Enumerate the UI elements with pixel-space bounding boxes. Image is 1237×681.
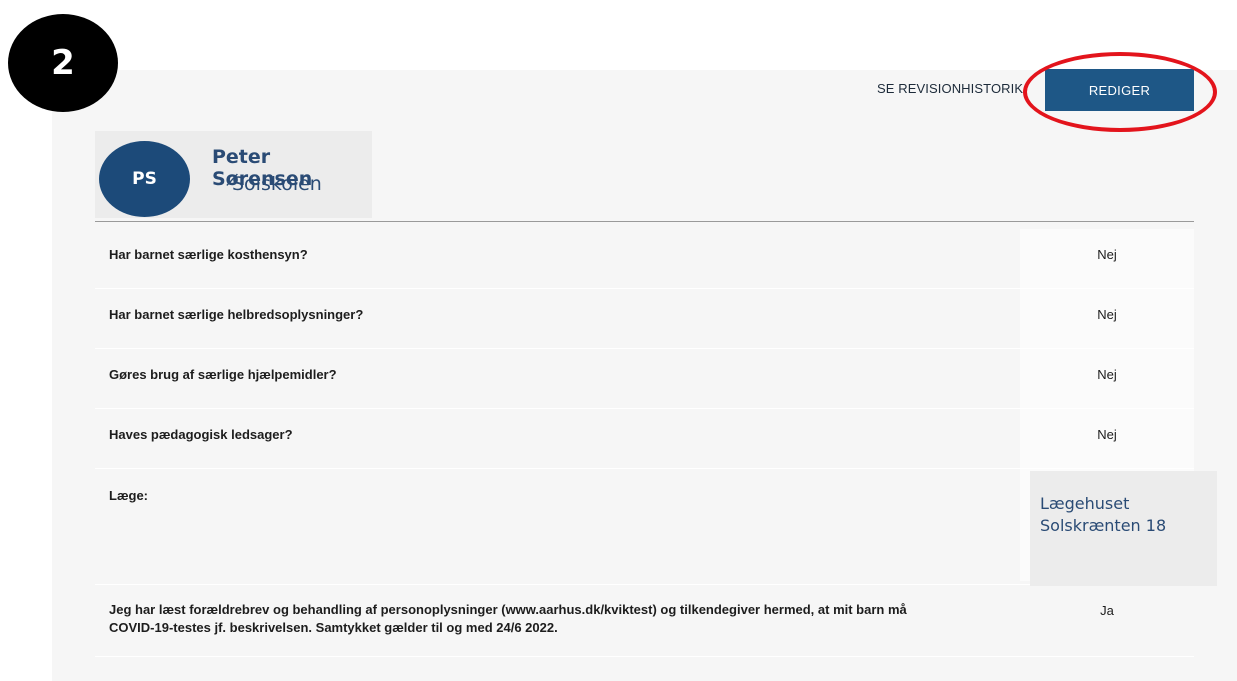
highlight-circle-annotation xyxy=(1023,52,1217,132)
answer-value: Nej xyxy=(1097,307,1117,322)
answer-value: Nej xyxy=(1097,367,1117,382)
question-row-companion: Haves pædagogisk ledsager? Nej xyxy=(95,409,1194,469)
step-number-badge: 2 xyxy=(8,14,118,112)
avatar: PS xyxy=(99,141,190,217)
header-divider xyxy=(95,221,1194,222)
question-label: Har barnet særlige helbredsoplysninger? xyxy=(109,307,364,322)
question-label: Gøres brug af særlige hjælpemidler? xyxy=(109,367,337,382)
question-line: Jeg har læst forældrebrev og behandling … xyxy=(109,602,907,617)
revision-history-link[interactable]: SE REVISIONHISTORIK xyxy=(877,81,1023,96)
doctor-answer: Lægehuset Solskrænten 18 xyxy=(1040,493,1166,537)
question-line: COVID-19-testes jf. beskrivelsen. Samtyk… xyxy=(109,620,558,635)
doctor-answer-box: Lægehuset Solskrænten 18 xyxy=(1030,471,1217,586)
question-label: Læge: xyxy=(109,488,148,503)
answer-value: Nej xyxy=(1097,247,1117,262)
row-divider xyxy=(95,656,1194,657)
question-row-diet: Har barnet særlige kosthensyn? Nej xyxy=(95,229,1194,289)
question-row-health: Har barnet særlige helbredsoplysninger? … xyxy=(95,289,1194,349)
doctor-address: Solskrænten 18 xyxy=(1040,516,1167,535)
question-label: Haves pædagogisk ledsager? xyxy=(109,427,293,442)
child-school: Solskolen xyxy=(232,173,322,195)
answer-value: Ja xyxy=(1100,603,1114,618)
question-row-aids: Gøres brug af særlige hjælpemidler? Nej xyxy=(95,349,1194,409)
question-label: Har barnet særlige kosthensyn? xyxy=(109,247,308,262)
answer-value: Nej xyxy=(1097,427,1117,442)
question-label: Jeg har læst forældrebrev og behandling … xyxy=(109,601,907,637)
question-row-consent: Jeg har læst forældrebrev og behandling … xyxy=(95,585,1194,657)
doctor-name: Lægehuset xyxy=(1040,494,1130,513)
child-profile-card: PS Peter Sørensen Solskolen xyxy=(95,131,372,218)
